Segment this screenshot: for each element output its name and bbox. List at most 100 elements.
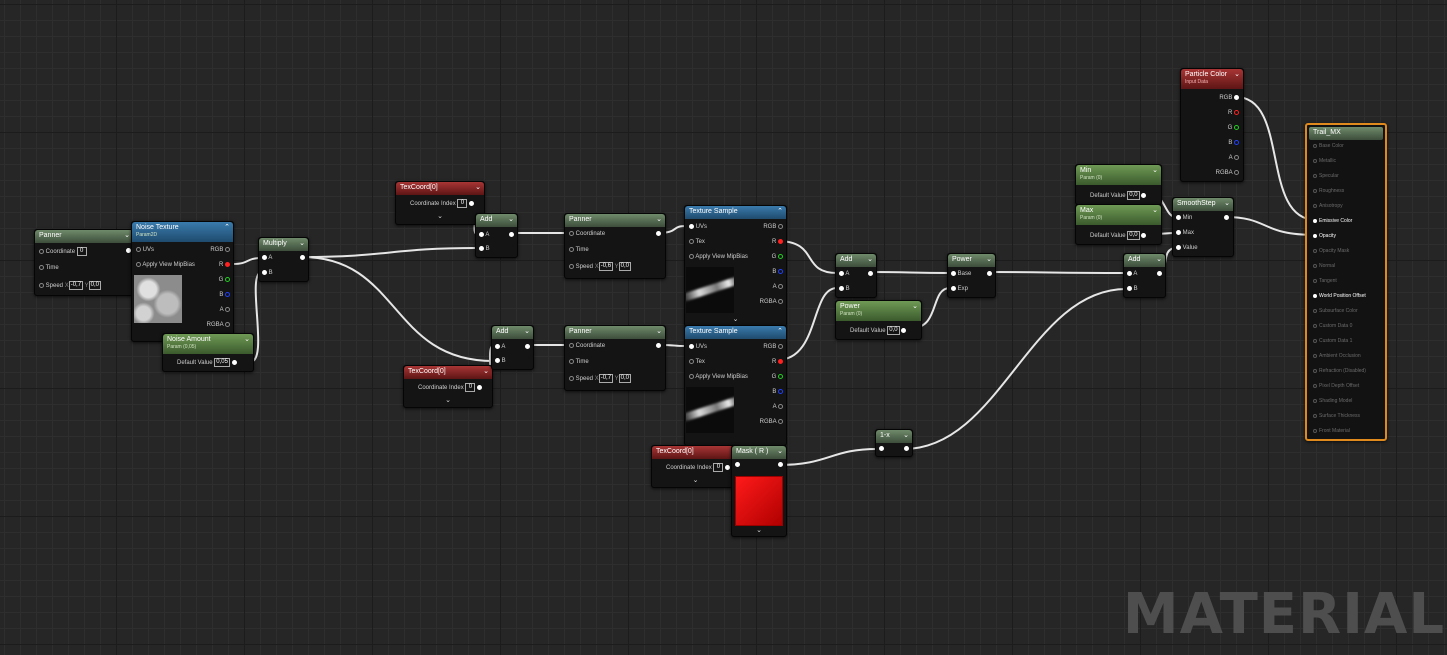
input-pin-icon[interactable]: [1313, 353, 1317, 358]
output-pin-icon[interactable]: [778, 373, 783, 379]
panner-node-1[interactable]: Panner ⌄ Coordinate 0 Time Speed X -0,7 Y0…: [34, 229, 134, 296]
output-pin-icon[interactable]: [1234, 154, 1239, 160]
input-pin-icon[interactable]: [689, 373, 694, 379]
noise-amount-node[interactable]: Noise Amount Param (0,05) ⌄ Default Value …: [162, 333, 254, 372]
input-pin-icon[interactable]: [1313, 203, 1317, 208]
output-pin-icon[interactable]: [225, 261, 230, 267]
output-pin-icon[interactable]: [1234, 109, 1239, 115]
input-pin-icon[interactable]: [569, 230, 574, 236]
input-pin-icon[interactable]: [569, 246, 574, 252]
input-pin-icon[interactable]: [569, 342, 574, 348]
chevron-up-icon[interactable]: ⌃: [777, 207, 783, 217]
output-pin-icon[interactable]: [525, 343, 530, 349]
output-pin-icon[interactable]: [509, 231, 514, 237]
material-input-pin[interactable]: Specular: [1313, 173, 1339, 179]
input-pin-icon[interactable]: [1127, 270, 1132, 276]
chevron-down-icon[interactable]: ⌄: [1152, 206, 1158, 216]
add-node-4[interactable]: Add ⌄ A B: [1123, 253, 1166, 298]
output-pin-icon[interactable]: [225, 321, 230, 327]
output-pin-icon[interactable]: [1141, 193, 1147, 198]
input-pin-icon[interactable]: [1313, 233, 1317, 238]
material-input-pin[interactable]: Roughness: [1313, 188, 1344, 194]
default-value-field[interactable]: 0,0: [887, 326, 900, 335]
texcoord-node-1[interactable]: TexCoord[0] ⌄ Coordinate Index 0 ⌄: [395, 181, 485, 225]
add-node-3[interactable]: Add ⌄ A B: [835, 253, 877, 298]
material-input-pin[interactable]: Custom Data 0: [1313, 323, 1352, 329]
output-pin-icon[interactable]: [1141, 233, 1147, 238]
coordinate-index-field[interactable]: 0: [713, 463, 724, 472]
input-pin-icon[interactable]: [1313, 173, 1317, 178]
material-input-pin[interactable]: Emissive Color: [1313, 218, 1352, 224]
output-pin-icon[interactable]: [778, 283, 783, 289]
input-pin-icon[interactable]: [1313, 278, 1317, 283]
output-pin-icon[interactable]: [656, 342, 661, 348]
chevron-down-icon[interactable]: ⌄: [483, 367, 489, 377]
output-pin-icon[interactable]: [225, 306, 230, 312]
chevron-up-icon[interactable]: ⌃: [777, 327, 783, 337]
input-pin-icon[interactable]: [1176, 244, 1181, 250]
output-pin-icon[interactable]: [778, 298, 783, 304]
input-pin-icon[interactable]: [689, 343, 694, 349]
expand-chevron-icon[interactable]: ⌄: [437, 212, 443, 220]
material-input-pin[interactable]: Refraction (Disabled): [1313, 368, 1366, 374]
input-pin-icon[interactable]: [1313, 308, 1317, 313]
chevron-down-icon[interactable]: ⌄: [1156, 255, 1162, 265]
output-pin-icon[interactable]: [901, 328, 907, 333]
input-pin-icon[interactable]: [39, 249, 44, 254]
one-minus-node[interactable]: 1-x ⌄: [875, 429, 913, 457]
material-input-pin[interactable]: Opacity: [1313, 233, 1336, 239]
chevron-down-icon[interactable]: ⌄: [508, 215, 514, 225]
input-pin-icon[interactable]: [1313, 248, 1317, 253]
expand-chevron-icon[interactable]: ⌄: [445, 396, 451, 404]
smoothstep-node[interactable]: SmoothStep ⌄ Min Max Value: [1172, 197, 1234, 257]
output-pin-icon[interactable]: [477, 385, 483, 390]
material-input-pin[interactable]: Metallic: [1313, 158, 1336, 164]
output-pin-icon[interactable]: [231, 360, 237, 365]
chevron-down-icon[interactable]: ⌄: [1224, 199, 1230, 209]
panner-node-3[interactable]: Panner ⌄ Coordinate Time Speed X -0,7 Y 0,0: [564, 325, 666, 391]
material-input-pin[interactable]: Tangent: [1313, 278, 1337, 284]
output-pin-icon[interactable]: [1224, 214, 1229, 220]
input-pin-icon[interactable]: [689, 358, 694, 364]
material-input-pin[interactable]: Opacity Mask: [1313, 248, 1349, 254]
output-pin-icon[interactable]: [725, 465, 731, 470]
default-value-field[interactable]: 0,0: [1127, 231, 1140, 240]
material-input-pin[interactable]: Custom Data 1: [1313, 338, 1352, 344]
input-pin-icon[interactable]: [1313, 398, 1317, 403]
texcoord-node-2[interactable]: TexCoord[0] ⌄ Coordinate Index 0 ⌄: [403, 365, 493, 408]
input-pin-icon[interactable]: [262, 269, 267, 275]
input-pin-icon[interactable]: [839, 285, 844, 291]
output-pin-icon[interactable]: [1234, 139, 1239, 145]
speed-y-field[interactable]: 0,0: [618, 374, 631, 383]
chevron-down-icon[interactable]: ⌄: [777, 447, 783, 457]
output-pin-icon[interactable]: [1234, 124, 1239, 130]
output-pin-icon[interactable]: [904, 445, 909, 451]
input-pin-icon[interactable]: [495, 343, 500, 349]
output-pin-icon[interactable]: [1234, 169, 1239, 175]
output-pin-icon[interactable]: [778, 238, 783, 244]
output-pin-icon[interactable]: [300, 254, 305, 260]
output-pin-icon[interactable]: [778, 358, 783, 364]
output-pin-icon[interactable]: [778, 268, 783, 274]
power-node[interactable]: Power ⌄ Base Exp: [947, 253, 996, 298]
speed-x-field[interactable]: -0,6: [598, 262, 614, 271]
input-pin-icon[interactable]: [479, 231, 484, 237]
input-pin-icon[interactable]: [262, 254, 267, 260]
material-input-pin[interactable]: World Position Offset: [1313, 293, 1366, 299]
speed-y-field[interactable]: 0,0: [618, 262, 631, 271]
output-pin-icon[interactable]: [778, 223, 783, 229]
chevron-down-icon[interactable]: ⌄: [656, 327, 662, 337]
input-pin-icon[interactable]: [1313, 158, 1317, 163]
input-pin-icon[interactable]: [951, 270, 956, 276]
coordinate-field[interactable]: 0: [76, 247, 87, 256]
power-param-node[interactable]: Power Param (0) ⌄ Default Value 0,0: [835, 300, 922, 340]
input-pin-icon[interactable]: [569, 358, 574, 364]
material-input-pin[interactable]: Subsurface Color: [1313, 308, 1358, 314]
input-pin-icon[interactable]: [1313, 323, 1317, 328]
input-pin-icon[interactable]: [1313, 383, 1317, 388]
input-pin-icon[interactable]: [1176, 229, 1181, 235]
input-pin-icon[interactable]: [569, 376, 574, 381]
chevron-down-icon[interactable]: ⌄: [244, 335, 250, 345]
output-pin-icon[interactable]: [987, 270, 992, 276]
add-node-2[interactable]: Add ⌄ A B: [491, 325, 534, 370]
